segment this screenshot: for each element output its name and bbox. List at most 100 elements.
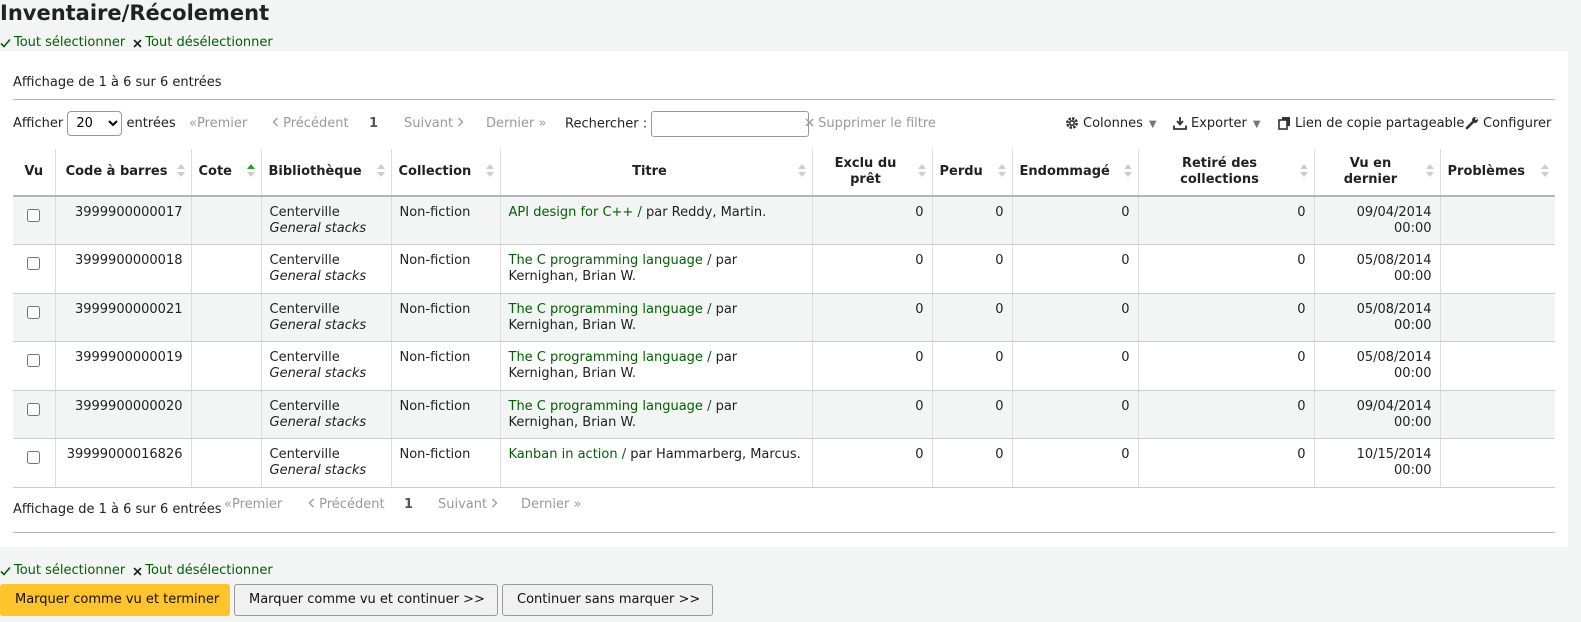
- seen-cell: [13, 244, 56, 294]
- problems-cell: [1440, 390, 1555, 439]
- continue-without-marking-button[interactable]: Continuer sans marquer >>: [502, 584, 713, 616]
- lastseen-date: 10/15/2014: [1356, 447, 1432, 462]
- seen-checkbox[interactable]: [27, 257, 41, 270]
- pager-bottom-first[interactable]: «Premier: [224, 496, 282, 514]
- pager-bottom-last[interactable]: Dernier »: [521, 496, 581, 514]
- notforloan-cell: 0: [812, 390, 933, 439]
- lastseen-date: 09/04/2014: [1356, 398, 1432, 414]
- caret-down-icon: ▼: [1148, 119, 1157, 130]
- withdrawn-cell: 0: [1138, 196, 1315, 245]
- table-info-bottom: Affichage de 1 à 6 sur 6 entrées: [13, 502, 222, 517]
- col-header-collection[interactable]: Collection: [391, 149, 501, 197]
- title-link[interactable]: API design for C++ /: [509, 205, 642, 220]
- problems-cell: [1440, 293, 1555, 342]
- deselect-all-link[interactable]: Tout désélectionner: [133, 563, 273, 578]
- withdrawn-cell: 0: [1138, 390, 1315, 439]
- page-length-control: Afficher 20 entrées: [13, 111, 176, 137]
- export-button[interactable]: Exporter ▼: [1173, 111, 1261, 137]
- pager-next[interactable]: Suivant: [404, 116, 464, 131]
- wrench-icon: [1465, 117, 1478, 130]
- col-header-notforloan[interactable]: Exclu du prêt: [812, 149, 933, 197]
- configure-button[interactable]: Configurer: [1465, 111, 1551, 137]
- clear-filter-button[interactable]: Supprimer le filtre: [805, 111, 936, 137]
- table-row: 3999900000018 Centerville General stacks …: [13, 244, 1555, 294]
- title-link[interactable]: The C programming language /: [509, 302, 712, 317]
- table-row: 3999900000020 Centerville General stacks …: [13, 390, 1555, 439]
- pager-bottom-previous[interactable]: Précédent: [308, 496, 385, 514]
- notforloan-cell: 0: [812, 438, 933, 488]
- share-link-button[interactable]: Lien de copie partageable: [1278, 111, 1464, 137]
- callnumber-cell: [191, 196, 262, 245]
- configure-label: Configurer: [1483, 116, 1552, 131]
- sort-icon: [1299, 164, 1308, 180]
- col-header-problems[interactable]: Problèmes: [1440, 149, 1555, 197]
- pager-previous[interactable]: Précédent: [272, 116, 349, 131]
- columns-button[interactable]: Colonnes ▼: [1065, 111, 1157, 137]
- table-info-top: Affichage de 1 à 6 sur 6 entrées: [13, 75, 222, 90]
- notforloan-cell: 0: [812, 341, 933, 391]
- pager-bottom-current[interactable]: 1: [404, 496, 413, 514]
- deselect-all-link[interactable]: Tout désélectionner: [133, 35, 273, 50]
- col-header-seen[interactable]: Vu: [13, 149, 56, 197]
- library-name: Centerville: [269, 253, 340, 268]
- pager-last[interactable]: Dernier »: [486, 116, 546, 131]
- pager-previous-wrap: Précédent: [272, 111, 349, 137]
- col-header-title[interactable]: Titre: [500, 149, 813, 197]
- col-header-lost[interactable]: Perdu: [932, 149, 1013, 197]
- seen-checkbox[interactable]: [27, 209, 41, 222]
- inventory-table: Vu Code à barres Cote Bibliothèque Colle…: [13, 149, 1555, 488]
- sort-icon: [1123, 164, 1132, 180]
- seen-cell: [13, 341, 56, 391]
- title-link[interactable]: Kanban in action /: [509, 447, 627, 462]
- page-length-select[interactable]: 20: [67, 111, 123, 136]
- pager-first[interactable]: «Premier: [189, 116, 247, 131]
- library-cell: Centerville General stacks: [261, 293, 392, 342]
- col-header-library[interactable]: Bibliothèque: [261, 149, 392, 197]
- table-row: 3999900000017 Centerville General stacks …: [13, 196, 1555, 245]
- seen-checkbox[interactable]: [27, 451, 41, 464]
- shelving-location: General stacks: [269, 366, 367, 381]
- callnumber-cell: [191, 341, 262, 391]
- col-header-barcode[interactable]: Code à barres: [55, 149, 192, 197]
- col-header-lastseen[interactable]: Vu en dernier: [1314, 149, 1441, 197]
- lost-cell: 0: [932, 293, 1013, 342]
- sort-icon: [917, 164, 926, 180]
- collection-cell: Non-fiction: [391, 438, 501, 488]
- title-link[interactable]: The C programming language /: [509, 399, 712, 414]
- deselect-all-label: Tout désélectionner: [145, 563, 273, 578]
- title-link[interactable]: The C programming language /: [509, 253, 712, 268]
- pager-current-wrap: 1: [369, 111, 378, 137]
- page-title: Inventaire/Récolement: [0, 1, 270, 25]
- x-icon: [805, 118, 814, 127]
- pager-bottom-next[interactable]: Suivant: [438, 496, 498, 514]
- barcode-cell: 3999900000017: [55, 196, 192, 245]
- lastseen-cell: 10/15/2014 00:00: [1314, 438, 1441, 488]
- col-header-damaged[interactable]: Endommagé: [1012, 149, 1139, 197]
- barcode-cell: 3999900000021: [55, 293, 192, 342]
- library-cell: Centerville General stacks: [261, 244, 392, 294]
- shelving-location: General stacks: [269, 463, 367, 478]
- damaged-cell: 0: [1012, 293, 1139, 342]
- title-link[interactable]: The C programming language /: [509, 350, 712, 365]
- library-name: Centerville: [269, 205, 340, 220]
- mark-seen-continue-button[interactable]: Marquer comme vu et continuer >>: [234, 584, 498, 616]
- lastseen-time: 00:00: [1394, 366, 1432, 381]
- withdrawn-cell: 0: [1138, 293, 1315, 342]
- seen-checkbox[interactable]: [27, 354, 41, 367]
- table-row: 3999900000019 Centerville General stacks …: [13, 341, 1555, 391]
- barcode-cell: 3999900000020: [55, 390, 192, 439]
- library-name: Centerville: [269, 301, 340, 317]
- chevron-right-icon: [458, 117, 464, 127]
- pager-top: «Premier: [189, 111, 247, 137]
- barcode-cell: 3999900000019: [55, 341, 192, 391]
- col-header-callnumber[interactable]: Cote: [191, 149, 262, 197]
- search-input[interactable]: [651, 111, 810, 137]
- seen-checkbox[interactable]: [27, 305, 41, 319]
- seen-checkbox[interactable]: [27, 402, 41, 416]
- sort-icon: [1425, 164, 1434, 180]
- mark-seen-finish-button[interactable]: Marquer comme vu et terminer: [0, 584, 230, 616]
- col-header-withdrawn[interactable]: Retiré des collections: [1138, 149, 1315, 197]
- pager-current[interactable]: 1: [369, 116, 378, 131]
- select-all-link[interactable]: Tout sélectionner: [0, 563, 125, 578]
- select-all-link[interactable]: Tout sélectionner: [0, 35, 125, 50]
